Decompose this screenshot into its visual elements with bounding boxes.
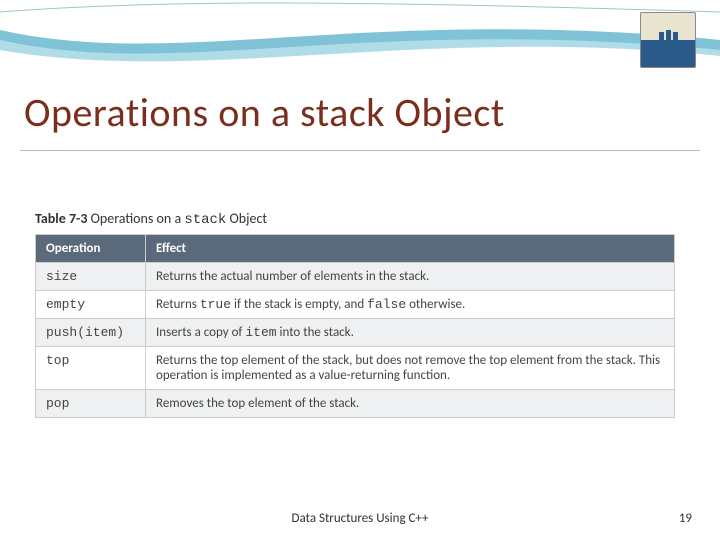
table-caption: Table 7-3 Operations on a stack Object [35,210,675,228]
operations-table-area: Table 7-3 Operations on a stack Object O… [35,210,675,418]
table-row: pop Removes the top element of the stack… [36,390,675,418]
operations-table: Operation Effect size Returns the actual… [35,234,675,418]
footer-text: Data Structures Using C++ [0,511,720,526]
effect-cell: Returns the top element of the stack, bu… [146,347,675,390]
table-number: Table 7-3 [35,210,87,227]
institution-logo [640,12,696,68]
table-row: top Returns the top element of the stack… [36,347,675,390]
col-operation: Operation [36,235,146,263]
col-effect: Effect [146,235,675,263]
slide-title: Operations on a stack Object [24,88,505,137]
effect-cell: Returns the actual number of elements in… [146,263,675,291]
table-row: size Returns the actual number of elemen… [36,263,675,291]
page-number: 19 [679,511,692,526]
table-row: empty Returns true if the stack is empty… [36,291,675,319]
effect-cell: Returns true if the stack is empty, and … [146,291,675,319]
header-decoration [0,0,720,80]
title-divider [20,150,700,151]
effect-cell: Inserts a copy of item into the stack. [146,319,675,347]
table-row: push(item) Inserts a copy of item into t… [36,319,675,347]
effect-cell: Removes the top element of the stack. [146,390,675,418]
